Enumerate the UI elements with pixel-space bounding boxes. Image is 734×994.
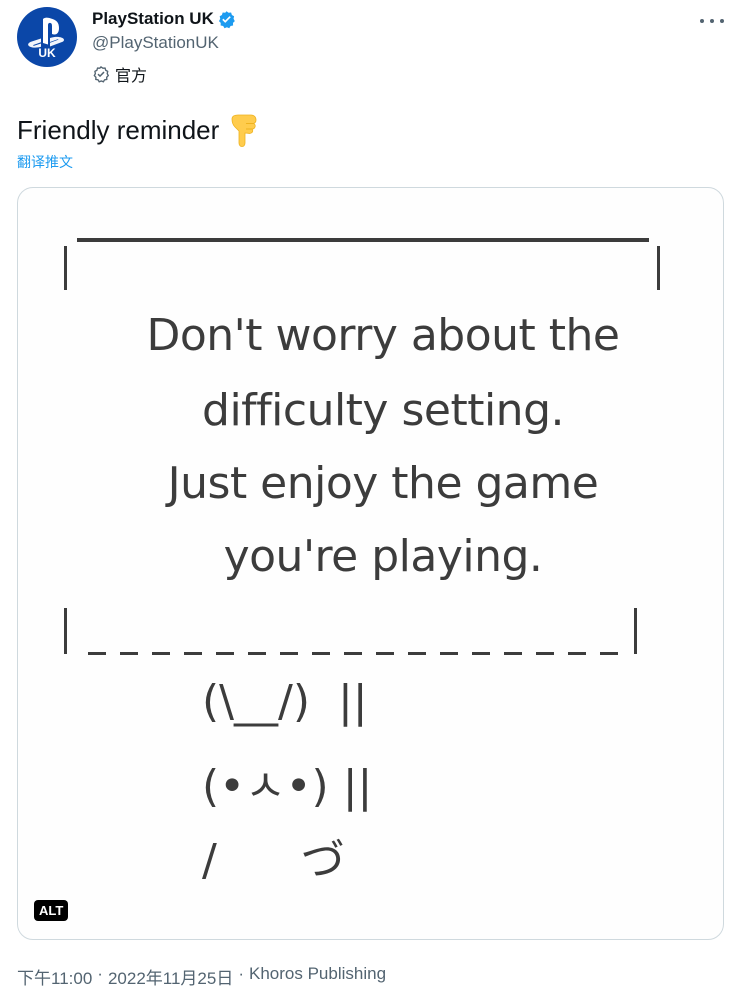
image-message-line-3: Just enjoy the game — [167, 458, 599, 509]
tweet-text: Friendly reminder — [17, 113, 259, 147]
bunny-art-line-2: (•ㅅ•) || — [202, 761, 373, 812]
affiliation-text: 官方 — [115, 68, 148, 85]
tweet-metadata: 下午11:00 · 2022年11月25日 · Khoros Publishin… — [17, 964, 386, 989]
tweet-source[interactable]: Khoros Publishing — [249, 964, 386, 989]
frame-top-right-bar — [657, 246, 660, 290]
meta-separator: · — [238, 964, 244, 983]
avatar[interactable]: UK — [17, 7, 77, 67]
image-message-line-1: Don't worry about the — [146, 310, 620, 361]
frame-top-left-bar — [64, 246, 67, 290]
frame-bottom-left-bar — [64, 608, 67, 654]
alt-text-badge[interactable]: ALT — [34, 900, 69, 921]
tweet-image[interactable]: Don't worry about the difficulty setting… — [17, 187, 724, 940]
frame-top-line — [77, 238, 649, 242]
avatar-country-label: UK — [38, 46, 56, 60]
author-handle[interactable]: @PlayStationUK — [92, 33, 219, 53]
verified-badge-icon — [217, 10, 236, 29]
author-display-name[interactable]: PlayStation UK — [92, 9, 214, 29]
translate-tweet-link[interactable]: 翻译推文 — [17, 152, 73, 172]
bunny-art-line-1: (\__/) || — [202, 676, 368, 727]
bunny-art-line-3: / づ — [202, 835, 345, 886]
meta-separator: · — [97, 964, 103, 983]
tweet-date[interactable]: 2022年11月25日 — [108, 964, 233, 989]
affiliation-label: 官方 — [92, 62, 147, 86]
frame-bottom-right-bar — [634, 608, 637, 654]
official-check-icon — [92, 65, 110, 83]
author-name-row[interactable]: PlayStation UK — [92, 8, 236, 30]
image-message-line-2: difficulty setting. — [202, 385, 564, 436]
image-message-line-4: you're playing. — [223, 531, 543, 582]
pointing-down-emoji-icon — [229, 113, 259, 147]
tweet-text-content: Friendly reminder — [17, 114, 220, 145]
more-options-icon[interactable] — [700, 14, 724, 28]
tweet-time[interactable]: 下午11:00 — [17, 964, 92, 989]
